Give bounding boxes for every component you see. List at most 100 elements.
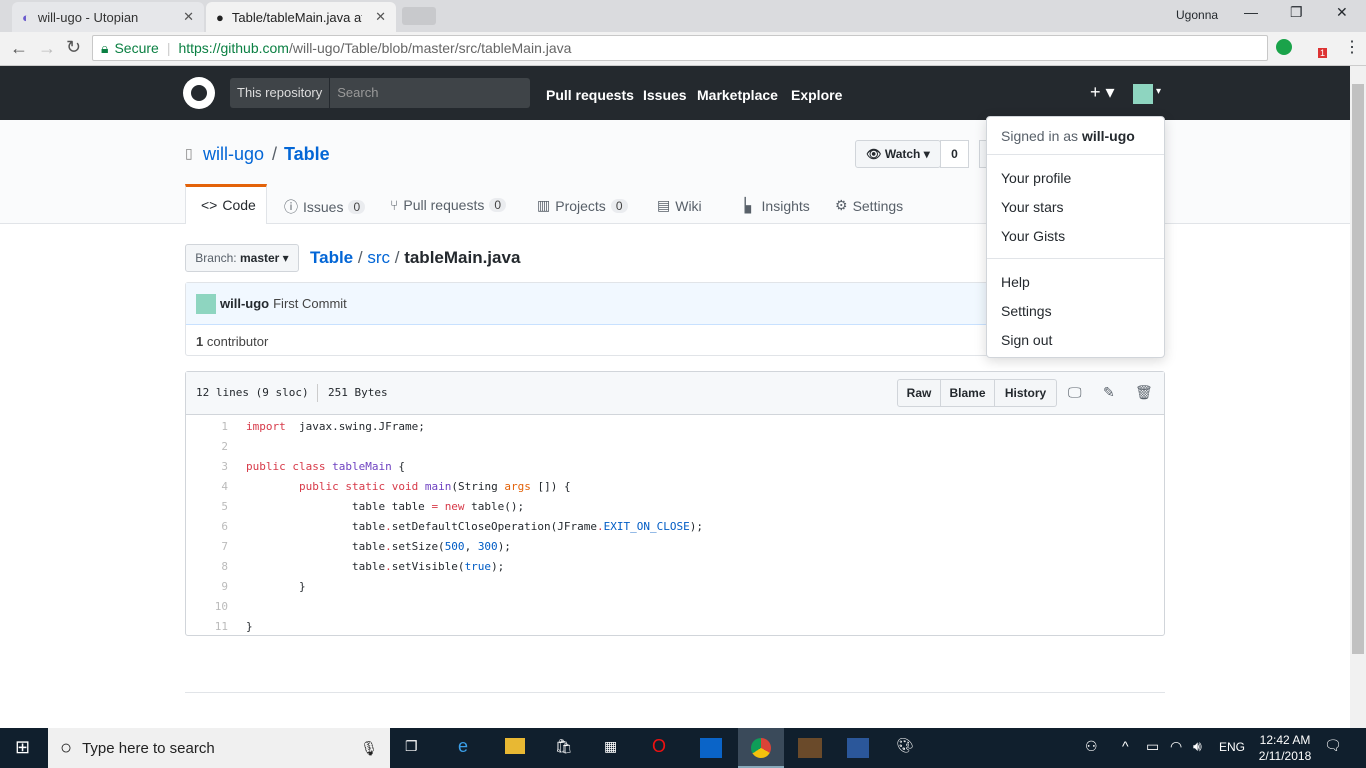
task-view-icon[interactable]: ❐ — [405, 738, 418, 755]
line-number[interactable]: 3 — [186, 460, 228, 473]
minimize-icon[interactable]: — — [1244, 4, 1258, 20]
chevron-down-icon[interactable]: ▾ — [1156, 86, 1161, 97]
chrome-taskbar-button[interactable] — [738, 728, 784, 768]
code-token: public — [246, 460, 286, 473]
action-center-icon[interactable]: 🗨︎ — [1324, 737, 1342, 754]
forward-icon[interactable]: → — [38, 38, 56, 59]
code-line: public static void main(String args []) … — [246, 480, 571, 493]
paint-icon[interactable]: 🎨︎ — [896, 737, 914, 754]
menu-settings[interactable]: Settings — [1001, 303, 1052, 319]
taskbar-search[interactable]: ○ Type here to search 🎙︎ — [48, 728, 390, 768]
menu-your-profile[interactable]: Your profile — [1001, 170, 1071, 186]
blame-button[interactable]: Blame — [941, 379, 995, 407]
new-tab-button[interactable] — [402, 7, 436, 25]
line-number[interactable]: 1 — [186, 420, 228, 433]
omnibox[interactable]: 🔒︎ Secure | https://github.com/will-ugo/… — [92, 35, 1268, 61]
search-box[interactable]: This repository Search — [230, 78, 530, 108]
show-hidden-icons[interactable]: ^ — [1122, 738, 1129, 754]
scrollbar[interactable] — [1350, 66, 1366, 728]
crumb-table[interactable]: Table — [310, 248, 353, 267]
watch-count[interactable]: 0 — [940, 140, 969, 168]
edge-icon[interactable]: e — [458, 736, 468, 757]
cortana-icon: ○ — [60, 736, 73, 759]
calculator-icon[interactable]: ▦ — [604, 738, 617, 755]
repo-owner-link[interactable]: will-ugo — [203, 144, 264, 165]
browser-tab-utopian[interactable]: ◐ will-ugo - Utopian ✕ — [12, 2, 204, 32]
line-number[interactable]: 7 — [186, 540, 228, 553]
commit-author[interactable]: will-ugo — [220, 296, 269, 311]
nav-marketplace[interactable]: Marketplace — [697, 87, 778, 103]
menu-your-stars[interactable]: Your stars — [1001, 199, 1064, 215]
trash-icon[interactable]: 🗑︎ — [1135, 384, 1153, 401]
close-tab-icon[interactable]: ✕ — [375, 9, 386, 25]
opera-icon[interactable]: O — [652, 736, 666, 757]
battery-icon[interactable]: ▭ — [1146, 738, 1159, 755]
menu-sign-out[interactable]: Sign out — [1001, 332, 1052, 348]
line-number[interactable]: 6 — [186, 520, 228, 533]
windows-start-icon[interactable]: ⊞ — [15, 737, 30, 758]
reload-icon[interactable]: ↻ — [66, 37, 81, 58]
commit-author-avatar[interactable] — [196, 293, 216, 314]
line-number[interactable]: 5 — [186, 500, 228, 513]
outlook-icon[interactable] — [700, 738, 722, 758]
back-icon[interactable]: ← — [10, 38, 28, 59]
line-number[interactable]: 9 — [186, 580, 228, 593]
code-token: void — [391, 480, 419, 493]
menu-your-gists[interactable]: Your Gists — [1001, 228, 1065, 244]
tab-issues[interactable]: ⓘ Issues 0 — [284, 197, 366, 217]
menu-icon[interactable]: ⋮ — [1344, 37, 1360, 57]
desktop-icon[interactable]: 🖵︎ — [1068, 384, 1082, 401]
file-explorer-icon[interactable] — [505, 738, 525, 754]
tab-projects[interactable]: ▥ Projects 0 — [537, 197, 628, 214]
search-input[interactable]: Search — [330, 78, 385, 108]
code-token: table — [246, 560, 386, 573]
close-window-icon[interactable]: ✕ — [1336, 4, 1348, 21]
watch-button[interactable]: 👁︎ Watch ▾ — [855, 140, 941, 168]
github-logo-icon[interactable] — [183, 77, 215, 109]
wifi-icon[interactable]: ◠ — [1170, 738, 1182, 755]
game-icon[interactable] — [798, 738, 822, 758]
profile-name[interactable]: Ugonna — [1176, 8, 1218, 22]
nav-pull-requests[interactable]: Pull requests — [546, 87, 634, 103]
line-number[interactable]: 8 — [186, 560, 228, 573]
line-number[interactable]: 11 — [186, 620, 228, 633]
store-icon[interactable]: 🛍︎ — [555, 738, 573, 755]
raw-button[interactable]: Raw — [897, 379, 941, 407]
code-token: true — [464, 560, 492, 573]
line-number[interactable]: 4 — [186, 480, 228, 493]
tab-wiki[interactable]: ▤ Wiki — [657, 197, 702, 214]
tab-pull-requests[interactable]: ⑂ Pull requests 0 — [390, 197, 507, 213]
line-number[interactable]: 2 — [186, 440, 228, 453]
people-icon[interactable]: ⚇ — [1085, 738, 1098, 755]
code-token: public — [298, 480, 339, 493]
line-number[interactable]: 10 — [186, 600, 228, 613]
create-new-button[interactable]: + ▾ — [1090, 82, 1115, 103]
pencil-icon[interactable]: ✎ — [1103, 384, 1115, 401]
code-token: , — [464, 540, 478, 553]
extension-badge[interactable]: 1 — [1318, 48, 1328, 58]
volume-icon[interactable]: 🔊︎ — [1193, 738, 1202, 755]
browser-tab-github[interactable]: ● Table/tableMain.java at m ✕ — [206, 2, 396, 32]
commit-message[interactable]: First Commit — [273, 296, 347, 311]
maximize-icon[interactable]: ❐ — [1290, 4, 1303, 21]
repo-name-link[interactable]: Table — [284, 144, 330, 165]
avatar[interactable] — [1133, 84, 1153, 104]
extension-icon[interactable] — [1276, 39, 1292, 55]
tab-settings[interactable]: ⚙ Settings — [835, 197, 903, 214]
history-button[interactable]: History — [995, 379, 1057, 407]
word-icon[interactable] — [847, 738, 869, 758]
branch-select[interactable]: Branch: master ▾ — [185, 244, 299, 272]
close-tab-icon[interactable]: ✕ — [183, 9, 194, 25]
nav-explore[interactable]: Explore — [791, 87, 842, 103]
code-token: 300 — [477, 540, 498, 553]
tab-insights[interactable]: ▕▖ Insights — [735, 197, 810, 214]
language-indicator[interactable]: ENG — [1219, 740, 1245, 754]
nav-issues[interactable]: Issues — [643, 87, 687, 103]
file-size: 251 Bytes — [328, 386, 388, 399]
tab-code-label[interactable]: <> Code — [201, 197, 256, 213]
menu-help[interactable]: Help — [1001, 274, 1030, 290]
crumb-src[interactable]: src — [367, 248, 390, 267]
clock[interactable]: 12:42 AM 2/11/2018 — [1255, 732, 1315, 764]
tab-title: Table/tableMain.java at m — [231, 9, 362, 25]
